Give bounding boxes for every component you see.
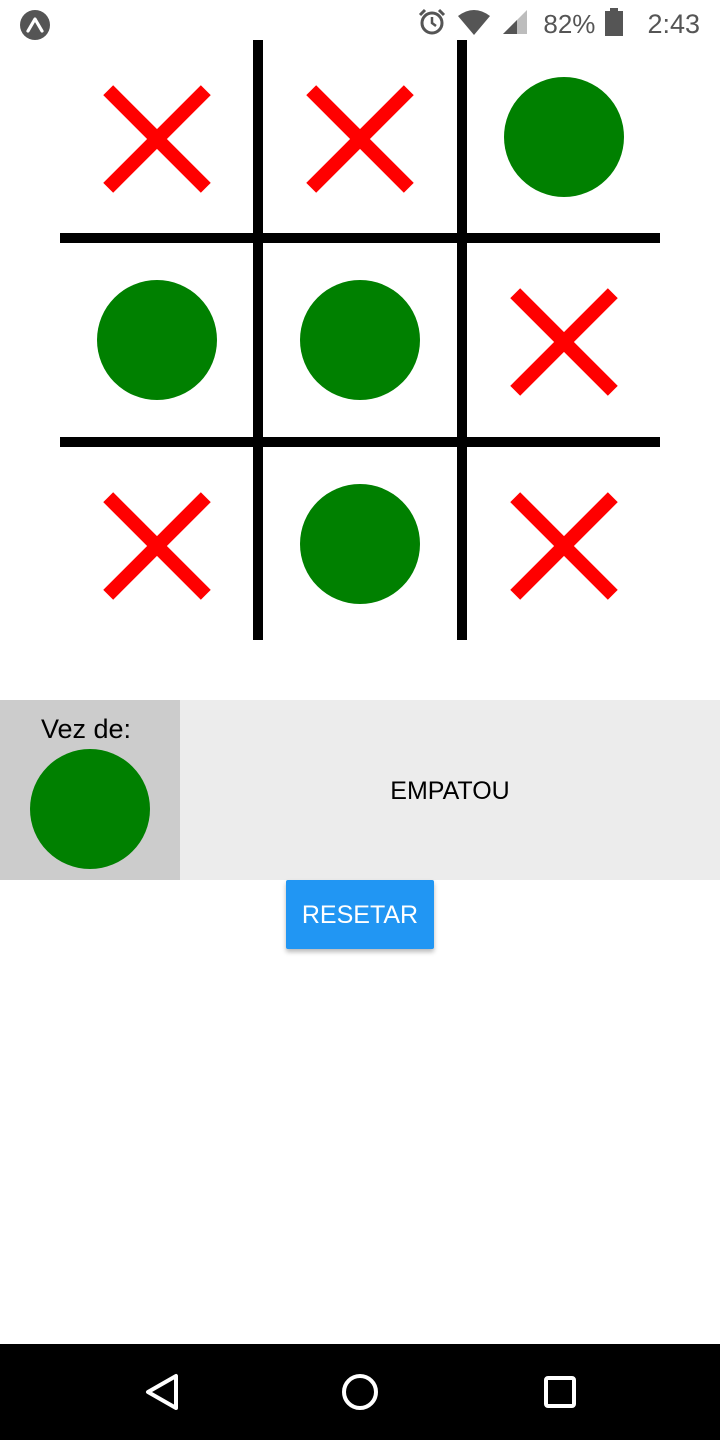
x-mark-icon (108, 88, 206, 186)
status-clock: 2:43 (647, 8, 700, 39)
reset-button[interactable]: RESETAR (286, 880, 434, 949)
home-icon[interactable] (336, 1368, 384, 1416)
board-cell-1[interactable] (59, 39, 255, 235)
alarm-icon (417, 7, 447, 42)
turn-indicator: Vez de: (0, 700, 180, 880)
board-cell-5[interactable] (262, 242, 458, 438)
o-mark-icon (300, 280, 420, 400)
board-cell-7[interactable] (59, 446, 255, 642)
o-mark-icon (504, 77, 624, 197)
o-mark-icon (300, 484, 420, 604)
wifi-icon (457, 8, 491, 41)
x-mark-icon (515, 495, 613, 593)
board-cell-6[interactable] (466, 242, 662, 438)
game-result-text: EMPATOU (390, 777, 510, 805)
cell-signal-icon (501, 8, 529, 41)
turn-label: Vez de: (40, 714, 132, 744)
x-mark-icon (311, 88, 409, 186)
x-mark-icon (515, 291, 613, 389)
battery-percent: 82% (543, 8, 596, 39)
board-cell-3[interactable] (466, 39, 662, 235)
recents-icon[interactable] (536, 1368, 584, 1416)
battery-icon (605, 7, 624, 41)
o-mark-icon (97, 280, 217, 400)
board-cell-4[interactable] (59, 242, 255, 438)
android-nav-bar (0, 1344, 720, 1440)
board-cell-8[interactable] (262, 446, 458, 642)
board-cell-9[interactable] (466, 446, 662, 642)
expo-icon (20, 10, 50, 40)
x-mark-icon (108, 495, 206, 593)
game-status-panel: Vez de: EMPATOU (0, 700, 720, 880)
turn-player-mark (30, 749, 150, 869)
app-screen: 82% 2:43 Vez de: EMPATOU RESETAR (0, 0, 720, 1440)
status-icons: 82% 2:43 (417, 6, 700, 42)
back-icon[interactable] (136, 1368, 184, 1416)
game-board (60, 40, 660, 640)
board-cell-2[interactable] (262, 39, 458, 235)
